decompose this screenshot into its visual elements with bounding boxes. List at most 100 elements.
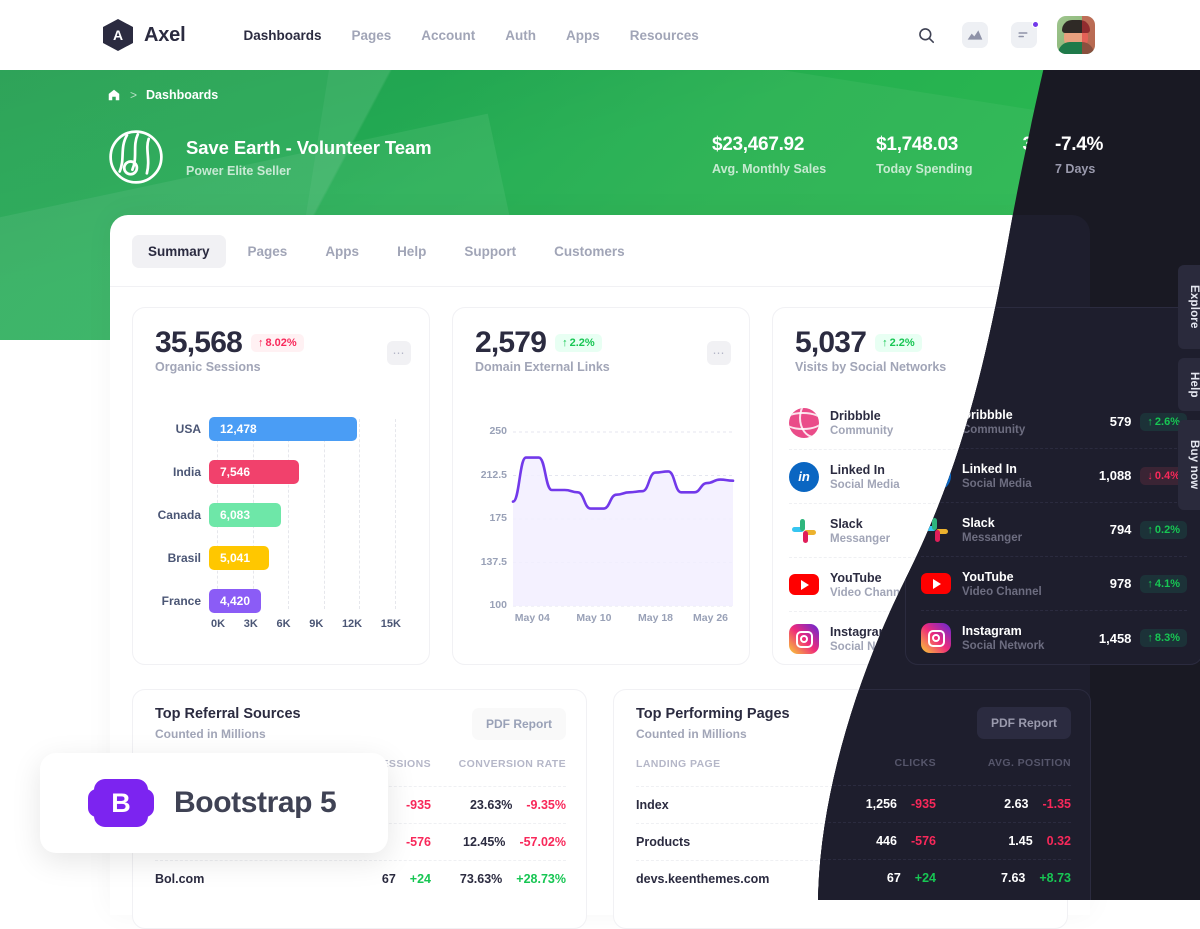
table-title: Top Referral Sources [155,706,301,722]
cell-delta: 0.32 [1046,834,1071,848]
external-links-area-chart: 250 212.5 175 137.5 100 May 04 May 10 May 18 May… [467,418,737,648]
avatar[interactable] [1057,16,1095,54]
bar-segment: 5,041 [209,546,269,570]
bar-x-tick: 3K [243,618,258,630]
row-cell-2: 1,256 -935 [811,797,936,811]
dashboard-page: > Dashboards Save Earth - Volunteer Team… [0,0,1200,929]
search-button[interactable] [910,19,942,51]
nav-link-dashboards[interactable]: Dashboards [243,28,321,43]
team-subtitle: Power Elite Seller [186,163,291,178]
tab-pages[interactable]: Pages [232,235,304,268]
tab-help[interactable]: Help [381,235,442,268]
linkedin-icon: in [789,461,819,492]
cell-value: 446 [876,834,897,848]
analytics-button[interactable] [959,19,991,51]
bar-chart-rows: USA 12,478 India 7,546 Canada 6,083 Brasil 5,04… [149,413,415,613]
cell-delta: -576 [910,834,936,848]
bar-segment: 4,420 [209,589,262,613]
card-delta-value: 2.2% [569,337,595,349]
social-row[interactable]: Instagram Social Network 1,458 ↑8.3% [921,611,1187,665]
notifications-button[interactable] [1008,19,1040,51]
nav-link-apps[interactable]: Apps [566,28,600,43]
tab-support[interactable]: Support [448,235,532,268]
table-subtitle: Counted in Millions [636,727,747,741]
tab-summary[interactable]: Summary [132,235,226,268]
bar-row: Brasil 5,041 [149,546,415,570]
cell-value: 67 [886,871,901,885]
row-label: Bol.com [155,872,205,886]
tabs-divider [110,286,1090,287]
bar-category-label: India [172,465,201,479]
row-cell-2: 67 +24 [811,871,936,885]
nav-link-resources[interactable]: Resources [630,28,699,43]
cell-value: 73.63% [459,872,503,886]
stat-label: Avg. Monthly Sales [712,162,827,176]
side-tab-help[interactable]: Help [1178,357,1200,412]
side-tab-explore[interactable]: Explore [1178,265,1200,349]
social-name: Linked In [830,462,885,477]
social-text: Slack Messanger [962,516,1110,544]
social-text: Dribbble Community [830,409,978,437]
row-cell-3: 1.45 0.32 [936,834,1071,848]
bar-segment: 12,478 [209,417,358,441]
cell-value: 7.63 [1001,871,1026,885]
column-header-3: AVG. POSITION [987,757,1071,769]
social-row[interactable]: YouTubeVideo Channel978↑4.1% [921,557,1187,611]
stat-label: 7 Days [1055,162,1096,176]
row-cell-3: 73.63% +28.73% [431,872,566,886]
social-row[interactable]: inLinked InSocial Media1,088↓0.4% [921,449,1187,503]
cell-delta: +8.73 [1039,871,1071,885]
cell-delta: -935 [910,797,936,811]
card-value: 2,579 [475,326,547,359]
breadcrumb-current[interactable]: Dashboards [146,88,218,102]
social-subtitle: Video Channel [962,585,1042,598]
social-name: Dribbble [962,407,1013,422]
card-delta-value: 2.2% [889,337,915,349]
stat-value: $1,748.03 [876,134,958,155]
cell-delta: +28.73% [516,872,566,886]
stat-value: $23,467.92 [712,134,805,155]
nav-tools [910,0,1095,70]
social-subtitle: Community [830,424,894,437]
nav-link-pages[interactable]: Pages [351,28,391,43]
team-name: Save Earth - Volunteer Team [186,136,432,158]
arrow-up-icon: ↑ [882,337,888,349]
instagram-icon [789,624,819,654]
area-x-tick: May 04 [514,612,550,624]
social-row[interactable]: SlackMessanger794↑0.2% [921,503,1187,557]
home-icon[interactable] [107,88,121,102]
card-delta-value: 8.02% [265,337,297,349]
list-lines-icon [1018,32,1028,38]
bar-category-label: USA [175,422,201,436]
cell-delta: -9.35% [526,798,566,812]
social-name: Instagram [962,624,1022,638]
stat-7-days: -7.4% 7 Days [1055,134,1103,176]
arrow-up-icon: ↑ [1147,415,1153,428]
brand-logo[interactable]: A Axel [103,19,186,51]
card-subtitle: Visits by Social Networks [795,360,947,374]
organic-bar-chart: USA 12,478 India 7,546 Canada 6,083 Brasil 5,04… [149,413,415,648]
bootstrap-badge[interactable]: B Bootstrap 5 [40,753,388,853]
cell-delta: +24 [914,871,936,885]
card-menu-button[interactable]: ⋯ [387,341,411,365]
area-x-tick: May 10 [576,612,612,624]
card-menu-button[interactable]: ⋯ [707,341,731,365]
table-row[interactable]: Bol.com 67 +24 73.63% +28.73% [155,860,566,897]
pdf-report-button[interactable]: PDF Report [472,708,566,740]
pdf-report-button[interactable]: PDF Report [977,707,1071,739]
instagram-icon [921,623,951,653]
nav-link-account[interactable]: Account [421,28,475,43]
tab-customers[interactable]: Customers [538,235,641,268]
row-cell-3: 12.45% -57.02% [431,835,566,849]
tab-apps[interactable]: Apps [309,235,375,268]
stat-value: -7.4% [1055,134,1104,155]
social-delta-value: 8.3% [1154,632,1180,644]
area-y-tick: 250 [489,425,507,437]
avatar-highlight [1082,16,1095,54]
nav-link-auth[interactable]: Auth [505,28,536,43]
social-delta-value: 0.4% [1154,469,1180,482]
side-tab-buy-now[interactable]: Buy now [1178,420,1200,510]
breadcrumb: > Dashboards [107,88,218,102]
notification-badge [1032,21,1039,28]
social-delta-badge: ↑4.1% [1140,575,1187,593]
